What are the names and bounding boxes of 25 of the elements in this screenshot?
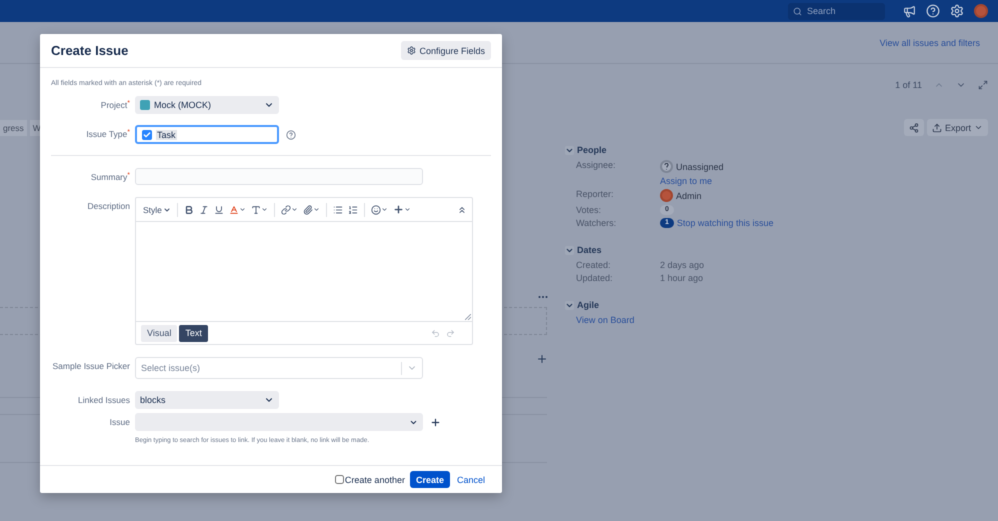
field-value: 1 hour ago (660, 273, 704, 283)
field-label: Summary$^{*}$ (90, 171, 130, 182)
section-title: Agile (577, 300, 600, 310)
field-label: Project$^{*}$ (100, 99, 130, 110)
section-title: People (577, 145, 607, 155)
field-label: Created: (576, 260, 612, 270)
field-label: Issue (108, 416, 130, 427)
field-label: Watchers: (576, 218, 618, 228)
field-label: Reporter: (576, 189, 615, 201)
required-mark: * (127, 129, 130, 136)
field-label: Linked Issues (77, 394, 130, 405)
field-label: Assignee: (576, 160, 617, 172)
field-value: 2 days ago (660, 260, 706, 270)
required-mark: * (127, 172, 130, 179)
person-name: Admin (676, 190, 702, 200)
section-title: Dates (577, 245, 602, 255)
field-label: Description (86, 200, 130, 211)
required-mark: * (127, 100, 130, 107)
field-label: Votes: (576, 205, 602, 215)
field-label: Sample Issue Picker (52, 360, 130, 371)
field-label: Issue Type$^{*}$ (85, 128, 130, 139)
pager-text: 1 of 11 (895, 80, 922, 90)
person-name: Unassigned (676, 162, 724, 172)
field-label: Updated: (576, 273, 614, 283)
dialog-title: Create Issue (51, 43, 128, 58)
